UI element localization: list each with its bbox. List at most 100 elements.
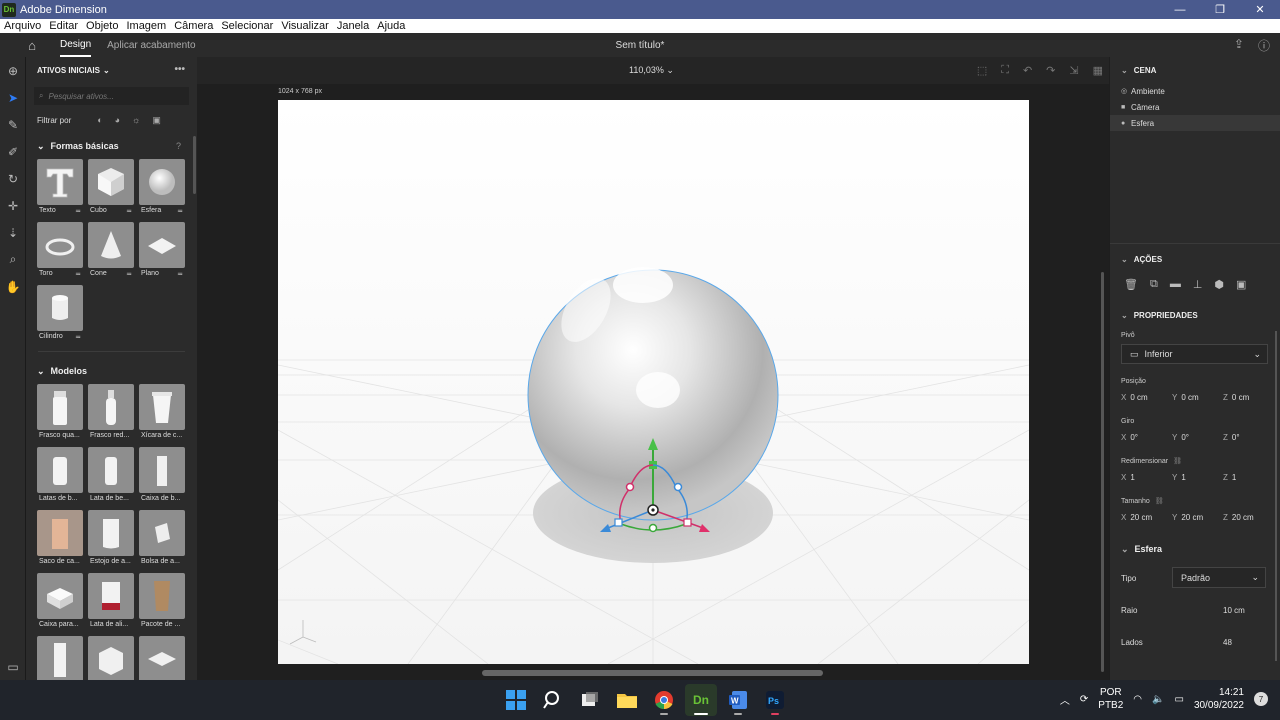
settings-icon[interactable]: ≂ [75, 270, 81, 278]
language-indicator[interactable]: POR PTB2 [1098, 686, 1123, 712]
asset-tile-esfera[interactable]: Esfera ≂ [139, 159, 185, 217]
link-icon[interactable]: ⛓ [1155, 497, 1164, 505]
rotation-x-field[interactable]: X 0° [1121, 433, 1172, 442]
asset-tile-toro[interactable]: Toro ≂ [37, 222, 83, 280]
asset-tile-model[interactable]: Caixa de b... [139, 447, 185, 505]
search-icon[interactable] [537, 684, 569, 716]
scene-item-ambiente[interactable]: ◎ Ambiente [1110, 83, 1280, 99]
panel-toggle-icon[interactable]: ▭ [0, 653, 26, 680]
document-canvas[interactable] [278, 100, 1029, 664]
hand-icon[interactable]: ✋ [0, 273, 26, 300]
models-section[interactable]: ⌄ Modelos [26, 360, 197, 382]
help-icon[interactable]: ⓘ [1258, 37, 1270, 54]
tab-design[interactable]: Design [60, 33, 92, 57]
undo-camera-icon[interactable]: ↶ [1023, 64, 1032, 77]
menu-ajuda[interactable]: Ajuda [373, 20, 409, 32]
settings-icon[interactable]: ≂ [126, 270, 132, 278]
basic-shapes-section[interactable]: ⌄ Formas básicas ? [26, 135, 197, 157]
redo-camera-icon[interactable]: ↷ [1046, 64, 1055, 77]
position-y-field[interactable]: Y0 cm [1172, 393, 1223, 402]
asset-tile-model[interactable]: Lata de ali... [88, 573, 134, 631]
menu-camera[interactable]: Câmera [170, 20, 217, 32]
tab-aplicar-acabamento[interactable]: Aplicar acabamento [107, 33, 195, 57]
canvas-vertical-scrollbar[interactable] [1101, 272, 1104, 672]
magic-wand-icon[interactable]: ✎ [0, 111, 26, 138]
position-z-field[interactable]: Z0 cm [1223, 393, 1274, 402]
export-icon[interactable]: ▣ [1236, 278, 1246, 291]
settings-icon[interactable]: ≂ [177, 270, 183, 278]
menu-editar[interactable]: Editar [45, 20, 82, 32]
sphere-type-dropdown[interactable]: Padrão ⌄ [1172, 567, 1266, 588]
asset-tile-model[interactable] [139, 636, 185, 680]
photoshop-icon[interactable]: Ps [759, 684, 791, 716]
link-icon[interactable]: ⛓ [1173, 457, 1182, 465]
rotation-y-field[interactable]: Y 0° [1172, 433, 1223, 442]
zoom-level[interactable]: 110,03% ⌄ [629, 65, 674, 76]
menu-arquivo[interactable]: Arquivo [0, 20, 45, 32]
settings-icon[interactable]: ≂ [177, 207, 183, 215]
group-icon[interactable]: ▬ [1170, 278, 1181, 290]
add-icon[interactable]: ⊕ [0, 57, 26, 84]
scene-item-esfera[interactable]: ● Esfera [1110, 115, 1280, 131]
start-button[interactable] [500, 684, 532, 716]
properties-section-header[interactable]: ⌄ PROPRIEDADES [1110, 302, 1280, 328]
settings-icon[interactable]: ≂ [75, 207, 81, 215]
panel-scrollbar[interactable] [1275, 331, 1277, 661]
asset-tile-model[interactable]: Frasco red... [88, 384, 134, 442]
select-tool-icon[interactable]: ➤ [0, 84, 26, 111]
rotation-z-field[interactable]: Z 0° [1223, 433, 1274, 442]
home-icon[interactable]: ⌂ [20, 38, 44, 53]
sides-input[interactable]: 48 [1223, 638, 1232, 647]
asset-tile-model[interactable] [37, 636, 83, 680]
clock[interactable]: 14:21 30/09/2022 [1194, 686, 1244, 712]
dimension-app-icon[interactable]: Dn [685, 684, 717, 716]
sync-icon[interactable]: ⟳ [1080, 694, 1088, 705]
asset-tile-plano[interactable]: Plano ≂ [139, 222, 185, 280]
maximize-button[interactable]: ❐ [1200, 0, 1240, 19]
asset-tile-texto[interactable]: Texto ≂ [37, 159, 83, 217]
dolly-icon[interactable]: ⇣ [0, 219, 26, 246]
filter-models-icon[interactable]: ◐ [97, 115, 102, 126]
more-options-icon[interactable]: ••• [174, 64, 185, 75]
orbit-icon[interactable]: ↻ [0, 165, 26, 192]
word-icon[interactable]: W [722, 684, 754, 716]
asset-tile-model[interactable]: Estojo de a... [88, 510, 134, 568]
frame-icon[interactable]: ⬚ [977, 64, 987, 77]
notification-badge[interactable]: 7 [1254, 692, 1268, 706]
menu-janela[interactable]: Janela [333, 20, 373, 32]
scale-z-field[interactable]: Z1 [1223, 473, 1274, 482]
file-explorer-icon[interactable] [611, 684, 643, 716]
menu-imagem[interactable]: Imagem [122, 20, 170, 32]
scale-y-field[interactable]: Y1 [1172, 473, 1223, 482]
render-preview-icon[interactable]: ▦ [1093, 64, 1103, 77]
center-icon[interactable]: ⬢ [1214, 278, 1224, 291]
scene-item-camera[interactable]: ■ Câmera [1110, 99, 1280, 115]
assets-header[interactable]: ATIVOS INICIAIS ⌄ ••• [26, 57, 197, 83]
menu-objeto[interactable]: Objeto [82, 20, 122, 32]
asset-tile-model[interactable]: Frasco qua... [37, 384, 83, 442]
asset-tile-cubo[interactable]: Cubo ≂ [88, 159, 134, 217]
filter-materials-icon[interactable]: ◕ [115, 115, 120, 126]
pan-icon[interactable]: ✛ [0, 192, 26, 219]
chrome-icon[interactable] [648, 684, 680, 716]
help-circle-icon[interactable]: ? [176, 141, 181, 151]
asset-tile-model[interactable]: Lata de be... [88, 447, 134, 505]
radius-input[interactable]: 10 cm [1223, 606, 1245, 615]
volume-icon[interactable]: 🔈 [1152, 694, 1164, 705]
sampler-icon[interactable]: ✐ [0, 138, 26, 165]
share-icon[interactable]: ⇪ [1234, 37, 1244, 54]
asset-tile-model[interactable]: Xícara de c... [139, 384, 185, 442]
settings-icon[interactable]: ≂ [126, 207, 132, 215]
canvas-horizontal-scrollbar[interactable] [482, 670, 823, 676]
delete-icon[interactable]: 🗑 [1124, 278, 1138, 291]
scale-x-field[interactable]: X1 [1121, 473, 1172, 482]
asset-tile-model[interactable]: Saco de ca... [37, 510, 83, 568]
camera-bookmark-icon[interactable]: ⛶ [1001, 64, 1009, 77]
size-x-field[interactable]: X 20 cm [1121, 513, 1172, 522]
close-button[interactable]: ✕ [1240, 0, 1280, 19]
zoom-icon[interactable]: ⌕ [0, 246, 26, 273]
menu-visualizar[interactable]: Visualizar [277, 20, 333, 32]
assets-scrollbar[interactable] [193, 136, 196, 194]
actions-section-header[interactable]: ⌄ AÇÕES [1110, 246, 1280, 272]
position-x-field[interactable]: X0 cm [1121, 393, 1172, 402]
